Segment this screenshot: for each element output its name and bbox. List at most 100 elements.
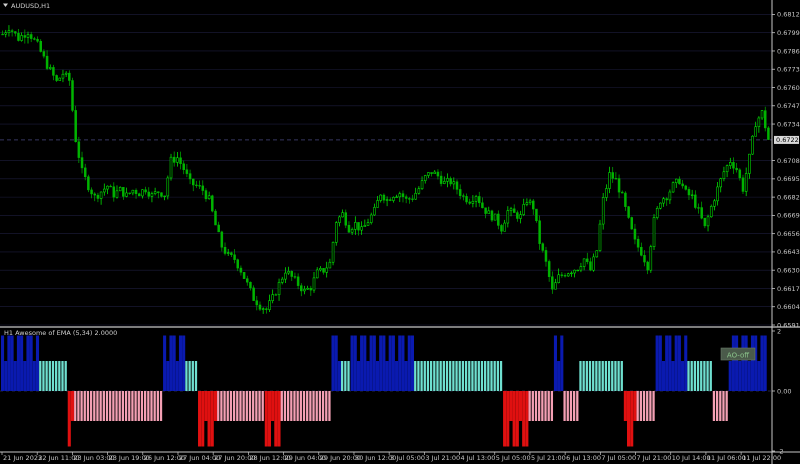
ao-bar (172, 335, 176, 391)
ao-bar (420, 361, 423, 391)
ao-bar (687, 361, 690, 391)
ao-bar (93, 391, 96, 421)
candle (493, 213, 497, 221)
time-axis[interactable]: 21 Jun 202322 Jun 11:0023 Jun 03:0023 Ju… (0, 451, 800, 462)
ao-bar (140, 391, 144, 421)
ao-bar (4, 361, 8, 391)
ao-bar (617, 361, 620, 391)
ao-bar (115, 391, 118, 421)
ao-bar (731, 335, 735, 391)
trading-chart[interactable]: AUDUSD,H1 H1 Awesome of EMA (5,34) 2.000… (0, 0, 800, 464)
ao-bar (80, 391, 83, 421)
ao-bar (652, 391, 655, 421)
ao-bar (541, 391, 544, 421)
price-tick-label: 0.67990 (777, 29, 800, 37)
ao-bar (252, 391, 255, 421)
candle (211, 194, 214, 213)
ao-bar (487, 361, 490, 391)
price-tick-label: 0.67730 (777, 66, 800, 74)
ao-bar (477, 361, 480, 391)
ao-bar (328, 391, 331, 421)
ao-bar (671, 361, 675, 391)
ao-bar (150, 391, 153, 421)
candle (74, 105, 77, 143)
ao-bar (395, 361, 399, 391)
ao-bar (372, 335, 376, 391)
ao-bar (449, 361, 452, 391)
ao-bar (525, 391, 529, 447)
ao-bar (39, 361, 42, 391)
ao-bar (23, 361, 27, 391)
ao-bar (696, 361, 700, 391)
candle (576, 269, 579, 272)
ao-bar (611, 361, 614, 391)
ao-bar (661, 361, 666, 391)
ao-bar (499, 361, 503, 391)
ao-bar (706, 361, 709, 391)
ao-bar (433, 361, 436, 391)
candle (490, 209, 494, 223)
ao-bar (61, 361, 64, 391)
ao-bar (585, 361, 588, 391)
ao-bar (302, 391, 306, 421)
ao-bar (58, 361, 61, 391)
ao-bar (48, 361, 51, 391)
ao-bar (379, 335, 383, 391)
ao-bar (207, 391, 211, 447)
ao-bar (290, 391, 293, 421)
ao-bar (299, 391, 302, 421)
ao-bar (220, 391, 223, 421)
ao-bar (242, 391, 245, 421)
ao-bar (493, 361, 496, 391)
ao-bar (741, 335, 745, 391)
ao-bar (391, 335, 395, 391)
candle (166, 175, 170, 200)
ao-bar (159, 391, 163, 421)
ao-bar (89, 391, 93, 421)
ao-bar (16, 335, 20, 391)
ao-bar (518, 391, 523, 421)
ao-bar (147, 391, 150, 421)
ao-bar (569, 391, 573, 421)
ao-bar (296, 391, 299, 421)
ao-bar (512, 391, 516, 447)
time-axis-ticks: 21 Jun 202322 Jun 11:0023 Jun 03:0023 Ju… (1, 452, 781, 462)
ao-bar (484, 361, 487, 391)
ao-bar (353, 335, 357, 391)
ao-bar (522, 391, 526, 447)
ao-bar (83, 391, 86, 421)
ao-bar (277, 391, 281, 447)
ao-bar (744, 335, 748, 391)
ao-bar (566, 391, 569, 421)
candle (87, 174, 90, 193)
ao-toggle-button[interactable]: AO-off (720, 347, 756, 361)
ao-bar (690, 361, 693, 391)
candle (655, 206, 659, 220)
time-tick-label: 7 Jul 05:00 (601, 454, 636, 462)
ao-bar (331, 335, 335, 391)
ao-bar (715, 391, 719, 421)
ao-bar (709, 361, 712, 391)
ao-bar (636, 391, 639, 421)
ao-bar (417, 361, 420, 391)
ao-bar (693, 361, 697, 391)
symbol-header[interactable]: AUDUSD,H1 (3, 2, 50, 10)
time-tick-label: 11 Jul 22:00 (742, 454, 781, 462)
candle (595, 250, 599, 258)
ao-bar (280, 391, 283, 421)
ao-bar (496, 361, 499, 391)
ao-bar (712, 391, 716, 421)
price-tick-label: 0.66560 (777, 230, 800, 238)
ao-bar (274, 391, 278, 447)
ao-bar (77, 391, 80, 421)
candle (334, 221, 338, 246)
symbol-title: AUDUSD,H1 (11, 2, 50, 10)
candle (659, 202, 662, 210)
ao-bar (471, 361, 474, 391)
price-tick-label: 0.67080 (777, 157, 800, 165)
ao-bar (754, 335, 758, 391)
ao-bar (201, 391, 205, 447)
ao-bar (105, 391, 109, 421)
ao-bar (642, 391, 646, 421)
indicator-tick-label: 0.00 (777, 388, 791, 396)
